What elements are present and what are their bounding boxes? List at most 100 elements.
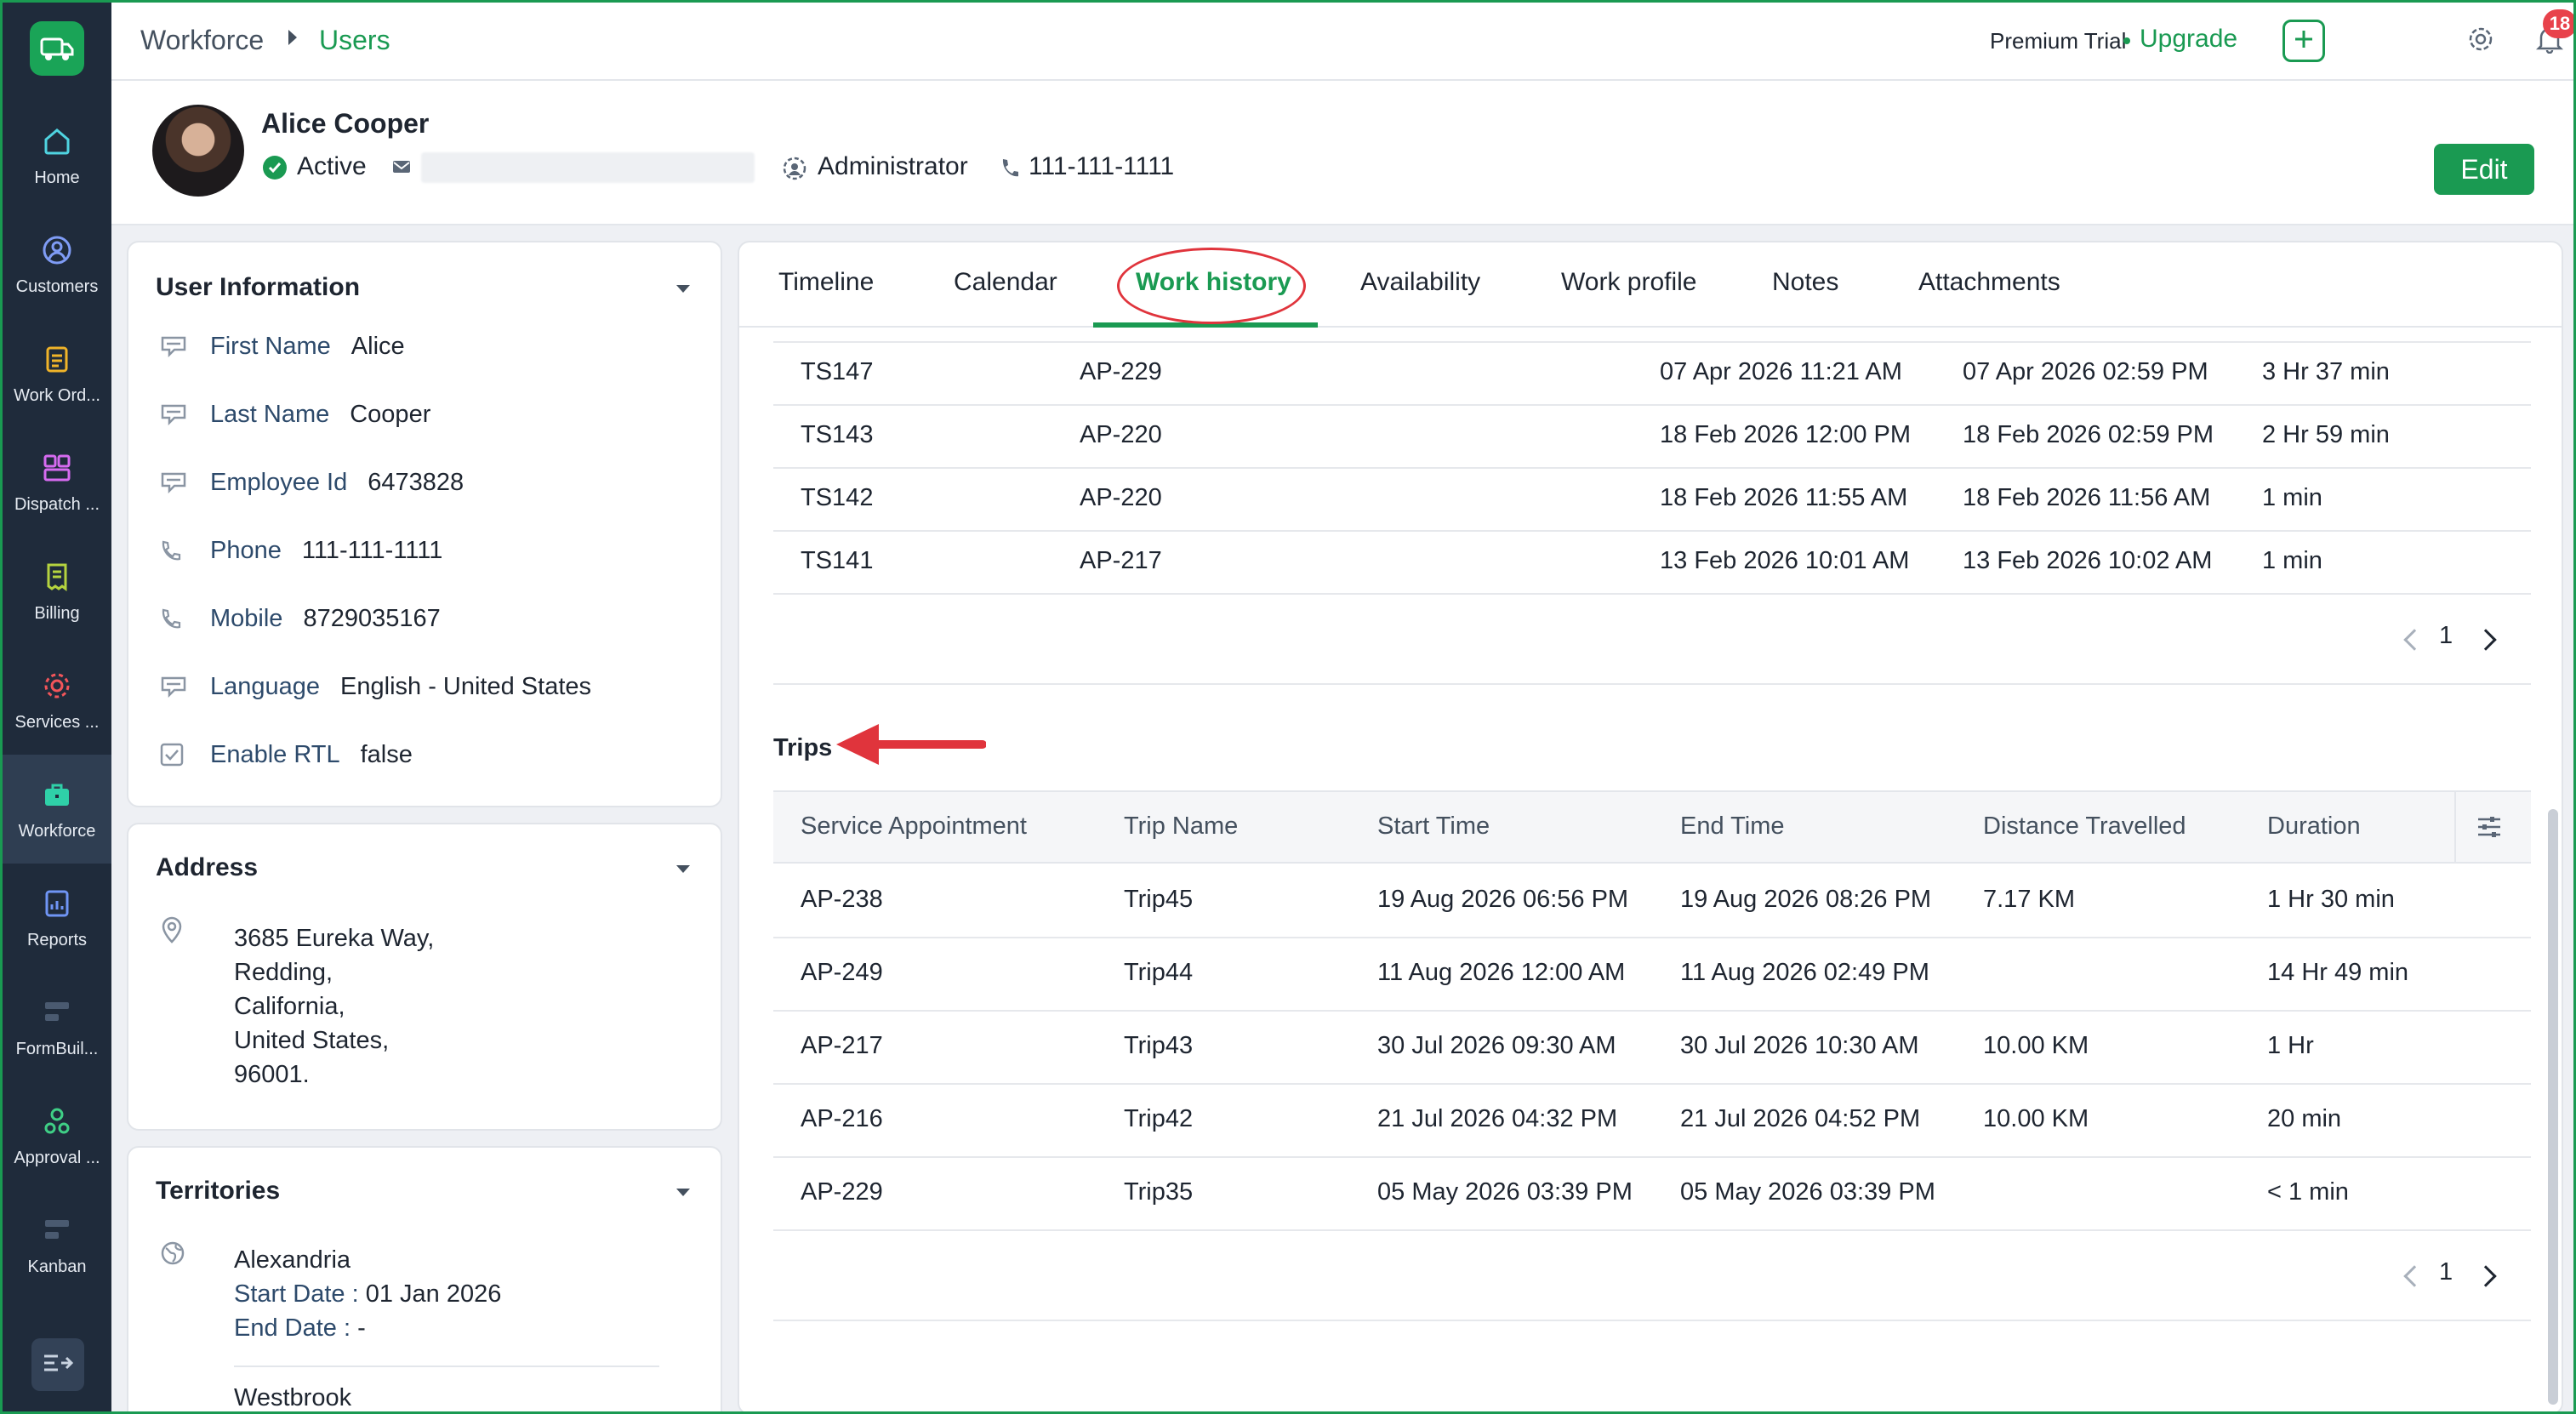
nav-item-dispatch[interactable]: Dispatch ... (3, 428, 111, 537)
end-time: 11 Aug 2026 02:49 PM (1680, 959, 1929, 986)
settings-button[interactable] (2461, 21, 2500, 60)
nav-item-kanban[interactable]: Kanban (3, 1190, 111, 1299)
tab-work-profile[interactable]: Work profile (1561, 268, 1697, 297)
tab-timeline[interactable]: Timeline (778, 268, 874, 297)
end-time: 05 May 2026 03:39 PM (1680, 1178, 1935, 1206)
nav-item-home[interactable]: Home (3, 101, 111, 210)
territory-end-date: End Date : - (234, 1314, 366, 1343)
nav-item-approval[interactable]: Approval ... (3, 1081, 111, 1190)
text-field-icon (159, 335, 193, 357)
timesheet-id[interactable]: TS142 (801, 484, 873, 512)
chevron-right-icon[interactable] (2475, 629, 2497, 651)
formbuilder-icon (40, 995, 74, 1029)
trip-name[interactable]: Trip42 (1124, 1105, 1193, 1133)
tab-notes[interactable]: Notes (1772, 268, 1838, 297)
column-header[interactable]: Distance Travelled (1983, 812, 2186, 841)
breadcrumb-current: Users (319, 25, 390, 55)
vertical-scrollbar[interactable] (2548, 809, 2558, 1405)
trip-name[interactable]: Trip35 (1124, 1178, 1193, 1206)
duration: 20 min (2267, 1105, 2342, 1132)
collapse-nav-button[interactable] (31, 1338, 84, 1391)
dispatch-icon (40, 451, 74, 485)
trip-name[interactable]: Trip43 (1124, 1032, 1193, 1060)
start-date-label: Start Date : (234, 1280, 359, 1308)
field-label: Language (210, 672, 321, 700)
nav-item-reports[interactable]: Reports (3, 864, 111, 972)
nav-label: Services ... (14, 712, 100, 732)
breadcrumb-root[interactable]: Workforce (140, 25, 264, 56)
timesheet-id[interactable]: TS141 (801, 547, 873, 575)
edit-button[interactable]: Edit (2434, 144, 2534, 195)
service-appointment[interactable]: AP-238 (801, 886, 883, 914)
column-settings-icon[interactable] (2475, 812, 2504, 846)
column-header[interactable]: Service Appointment (801, 812, 1027, 841)
workforce-icon (40, 778, 74, 812)
nav-item-workforce[interactable]: Workforce (3, 755, 111, 864)
chevron-left-icon[interactable] (2403, 629, 2425, 651)
gear-icon (2466, 25, 2495, 58)
address-line: 3685 Eureka Way, (234, 925, 435, 952)
start-time: 05 May 2026 03:39 PM (1377, 1178, 1633, 1206)
trip-name[interactable]: Trip44 (1124, 959, 1193, 987)
row-divider (773, 1156, 2531, 1158)
chevron-down-icon[interactable] (676, 285, 690, 293)
trip-name[interactable]: Trip45 (1124, 886, 1193, 914)
profile-role: Administrator (818, 152, 968, 180)
column-header[interactable]: Duration (2267, 812, 2361, 841)
timesheet-id[interactable]: TS147 (801, 358, 873, 386)
profile-name: Alice Cooper (261, 108, 430, 139)
upgrade-link[interactable]: Upgrade (2140, 25, 2237, 54)
page-number: 1 (2439, 1258, 2453, 1286)
services-icon (40, 669, 74, 703)
phone-icon (159, 607, 193, 630)
service-appointment[interactable]: AP-216 (801, 1105, 883, 1133)
app-logo-icon[interactable] (30, 21, 84, 76)
start-time: 30 Jul 2026 09:30 AM (1377, 1032, 1616, 1059)
chevron-right-icon[interactable] (2475, 1265, 2497, 1287)
nav-item-billing[interactable]: Billing (3, 537, 111, 646)
service-appointment[interactable]: AP-217 (801, 1032, 883, 1060)
row-divider (773, 404, 2531, 406)
quick-create-button[interactable] (2282, 20, 2325, 62)
text-field-icon (159, 471, 193, 493)
column-header[interactable]: Trip Name (1124, 812, 1238, 841)
chevron-down-icon[interactable] (676, 865, 690, 873)
nav-item-work-orders[interactable]: Work Ord... (3, 319, 111, 428)
territory-name: Westbrook (234, 1384, 352, 1411)
service-appointment[interactable]: AP-229 (801, 1178, 883, 1206)
end-date-label: End Date : (234, 1314, 351, 1342)
field-value: 111-111-1111 (301, 536, 443, 564)
nav-label: Kanban (27, 1257, 87, 1276)
tab-calendar[interactable]: Calendar (954, 268, 1057, 297)
nav-item-customers[interactable]: Customers (3, 210, 111, 319)
chevron-down-icon[interactable] (676, 1189, 690, 1196)
user-information-card: User Information First Name Alice Last N… (127, 241, 722, 807)
section-divider (773, 1320, 2531, 1321)
nav-item-formbuilder[interactable]: FormBuil... (3, 972, 111, 1081)
row-divider (773, 467, 2531, 469)
tab-availability[interactable]: Availability (1360, 268, 1480, 297)
tab-bar: Timeline Calendar Work history Availabil… (739, 242, 2562, 328)
nav-label: Work Ord... (14, 385, 100, 405)
row-divider (773, 1229, 2531, 1231)
phone-icon (1000, 157, 1019, 182)
timesheet-id[interactable]: TS143 (801, 421, 873, 449)
row-divider (773, 1010, 2531, 1012)
address-line: United States, (234, 1027, 390, 1054)
card-title: User Information (156, 273, 361, 301)
column-header[interactable]: End Time (1680, 812, 1785, 841)
start-time: 18 Feb 2026 12:00 PM (1660, 421, 1912, 448)
annotation-circle (1117, 248, 1306, 324)
tab-attachments[interactable]: Attachments (1918, 268, 2060, 297)
text-field-icon (159, 403, 193, 425)
field-value: 8729035167 (303, 604, 441, 632)
nav-item-services[interactable]: Services ... (3, 646, 111, 755)
row-divider (773, 1083, 2531, 1085)
phone-icon (159, 539, 193, 562)
field-value: false (360, 740, 413, 768)
chevron-left-icon[interactable] (2403, 1265, 2425, 1287)
customers-icon (40, 233, 74, 267)
column-header[interactable]: Start Time (1377, 812, 1490, 841)
nav-label: Workforce (18, 821, 96, 841)
service-appointment[interactable]: AP-249 (801, 959, 883, 987)
